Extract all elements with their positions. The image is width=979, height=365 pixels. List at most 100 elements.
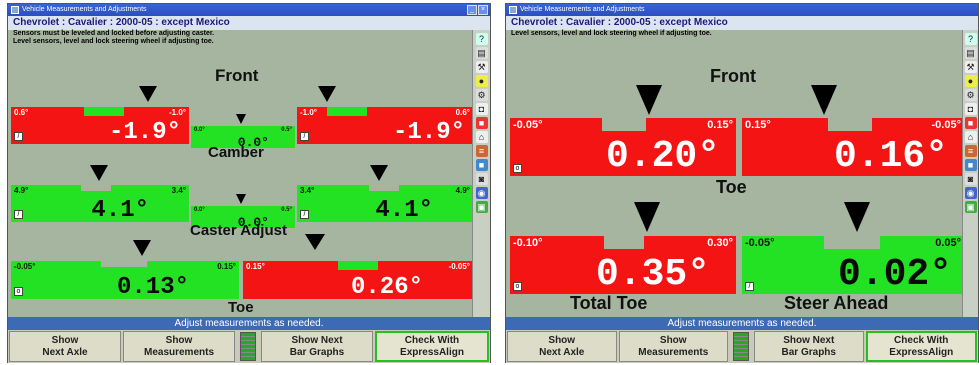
tool-sidebar: ? ▤ ⚒ ● ⚙ ◘ ■ ⌂ ≡ ■ ◙ ◉ ▣ bbox=[962, 30, 978, 317]
tools-icon[interactable]: ⚒ bbox=[964, 61, 977, 73]
instruction-line-2: Level sensors, level and lock steering w… bbox=[13, 38, 214, 45]
adjust-icon: / bbox=[300, 132, 309, 141]
vehicle-line: Chevrolet : Cavalier : 2000-05 : except … bbox=[506, 16, 978, 30]
tools-icon[interactable]: ⚒ bbox=[475, 61, 488, 73]
camber-right-arrow bbox=[318, 86, 336, 102]
red-icon[interactable]: ■ bbox=[475, 117, 488, 129]
window-title: Vehicle Measurements and Adjustments bbox=[22, 6, 147, 13]
home-icon[interactable]: ⌂ bbox=[475, 131, 488, 143]
print-icon[interactable]: ▤ bbox=[475, 47, 488, 59]
print-icon[interactable]: ▤ bbox=[964, 47, 977, 59]
graph-icon[interactable]: ≡ bbox=[964, 145, 977, 157]
graph-icon[interactable]: ≡ bbox=[475, 145, 488, 157]
camber-left-arrow bbox=[139, 86, 157, 102]
sensor-icon: o bbox=[513, 164, 522, 173]
blue-icon[interactable]: ■ bbox=[475, 159, 488, 171]
toe-left-value: 0.13° bbox=[116, 274, 189, 299]
bar-graph-icon bbox=[733, 332, 749, 361]
toe-right-arrow bbox=[811, 85, 837, 115]
title-bar: Vehicle Measurements and Adjustments bbox=[506, 4, 978, 16]
toe-left-min: -0.05° bbox=[14, 262, 36, 271]
toe-left-arrow bbox=[133, 240, 151, 256]
camera-icon[interactable]: ◘ bbox=[964, 103, 977, 115]
globe-icon[interactable]: ◉ bbox=[475, 187, 488, 199]
status-bar: Adjust measurements as needed. bbox=[506, 317, 978, 330]
yellow-icon[interactable]: ● bbox=[475, 75, 488, 87]
toe-right-gauge: 0.15° -0.05° 0.26° bbox=[243, 261, 473, 299]
wrench-icon[interactable]: ⚙ bbox=[964, 89, 977, 101]
caster-cross-arrow bbox=[236, 194, 246, 204]
title-bar: Vehicle Measurements and Adjustments _ × bbox=[8, 4, 490, 16]
instruction-line-1: Sensors must be leveled and locked befor… bbox=[13, 30, 215, 37]
minimize-button[interactable]: _ bbox=[467, 5, 477, 15]
camber-right-min: -1.0° bbox=[300, 108, 317, 117]
globe-icon[interactable]: ◉ bbox=[964, 187, 977, 199]
caster-cross-max: 0.5° bbox=[281, 207, 292, 213]
show-measurements-button[interactable]: Show Measurements bbox=[618, 331, 728, 362]
instruction-line-1: Level sensors, level and lock steering w… bbox=[511, 30, 712, 37]
close-button[interactable]: × bbox=[478, 5, 488, 15]
home-icon[interactable]: ⌂ bbox=[964, 131, 977, 143]
show-next-bar-graphs-button[interactable]: Show Next Bar Graphs bbox=[261, 331, 373, 362]
yellow-icon[interactable]: ● bbox=[964, 75, 977, 87]
show-measurements-button[interactable]: Show Measurements bbox=[123, 331, 235, 362]
app-icon bbox=[11, 6, 19, 14]
toe-right-min: 0.15° bbox=[246, 262, 265, 271]
steer-ahead-max: 0.05° bbox=[935, 237, 961, 249]
toe-left-gauge: -0.05° 0.15° 0.13° o bbox=[11, 261, 239, 299]
toe-right-min: 0.15° bbox=[745, 119, 771, 131]
steer-ahead-label: Steer Ahead bbox=[784, 293, 889, 313]
window-title: Vehicle Measurements and Adjustments bbox=[520, 6, 645, 13]
adjust-icon: / bbox=[745, 282, 754, 291]
wrench-icon[interactable]: ⚙ bbox=[475, 89, 488, 101]
caster-label: Caster Adjust bbox=[190, 222, 287, 239]
measurement-area: Sensors must be leveled and locked befor… bbox=[8, 30, 474, 317]
app-icon bbox=[509, 6, 517, 14]
status-bar: Adjust measurements as needed. bbox=[8, 317, 490, 330]
toe-right-max: -0.05° bbox=[931, 119, 961, 131]
steer-ahead-min: -0.05° bbox=[745, 237, 775, 249]
camber-cross-min: 0.0° bbox=[194, 127, 205, 133]
steer-ahead-arrow bbox=[844, 202, 870, 232]
camber-cross-max: 0.5° bbox=[281, 127, 292, 133]
check-with-expressalign-button[interactable]: Check With ExpressAlign bbox=[375, 331, 489, 362]
show-next-axle-button[interactable]: Show Next Axle bbox=[507, 331, 617, 362]
toe-left-min: -0.05° bbox=[513, 119, 543, 131]
show-next-axle-button[interactable]: Show Next Axle bbox=[9, 331, 121, 362]
bar-graph-icon bbox=[240, 332, 256, 361]
total-toe-min: -0.10° bbox=[513, 237, 543, 249]
toe-label: Toe bbox=[716, 177, 747, 197]
caster-left-arrow bbox=[90, 165, 108, 181]
toe-right-max: -0.05° bbox=[448, 262, 470, 271]
toe-right-arrow bbox=[305, 234, 325, 250]
help-icon[interactable]: ? bbox=[475, 33, 488, 45]
tire-icon[interactable]: ▣ bbox=[475, 201, 488, 213]
red-icon[interactable]: ■ bbox=[964, 117, 977, 129]
total-toe-value: 0.35° bbox=[595, 253, 710, 294]
toe-label: Toe bbox=[228, 299, 254, 316]
show-next-bar-graphs-button[interactable]: Show Next Bar Graphs bbox=[754, 331, 864, 362]
total-toe-label: Total Toe bbox=[570, 293, 648, 313]
total-toe-max: 0.30° bbox=[707, 237, 733, 249]
right-window: Vehicle Measurements and Adjustments Che… bbox=[505, 3, 979, 363]
caster-left-value: 4.1° bbox=[91, 197, 149, 222]
camber-cross-arrow bbox=[236, 114, 246, 124]
button-bar: Show Next Axle Show Measurements Show Ne… bbox=[8, 330, 490, 363]
help-icon[interactable]: ? bbox=[964, 33, 977, 45]
check-with-expressalign-button[interactable]: Check With ExpressAlign bbox=[865, 331, 977, 362]
toe-left-value: 0.20° bbox=[605, 135, 720, 176]
blue-icon[interactable]: ■ bbox=[964, 159, 977, 171]
toe-left-gauge: -0.05° 0.15° 0.20° o bbox=[510, 118, 736, 176]
camera-icon[interactable]: ◘ bbox=[475, 103, 488, 115]
camera2-icon[interactable]: ◙ bbox=[475, 173, 488, 185]
tire-icon[interactable]: ▣ bbox=[964, 201, 977, 213]
toe-right-gauge: 0.15° -0.05° 0.16° bbox=[742, 118, 964, 176]
caster-cross-min: 0.0° bbox=[194, 207, 205, 213]
camber-left-min: 0.6° bbox=[14, 108, 29, 117]
left-window: Vehicle Measurements and Adjustments _ × … bbox=[7, 3, 491, 363]
camera2-icon[interactable]: ◙ bbox=[964, 173, 977, 185]
measurement-area: Level sensors, level and lock steering w… bbox=[506, 30, 964, 317]
caster-left-min: 4.9° bbox=[14, 186, 29, 195]
caster-right-gauge: 3.4° 4.9° 4.1° / bbox=[297, 185, 473, 222]
total-toe-arrow bbox=[634, 202, 660, 232]
